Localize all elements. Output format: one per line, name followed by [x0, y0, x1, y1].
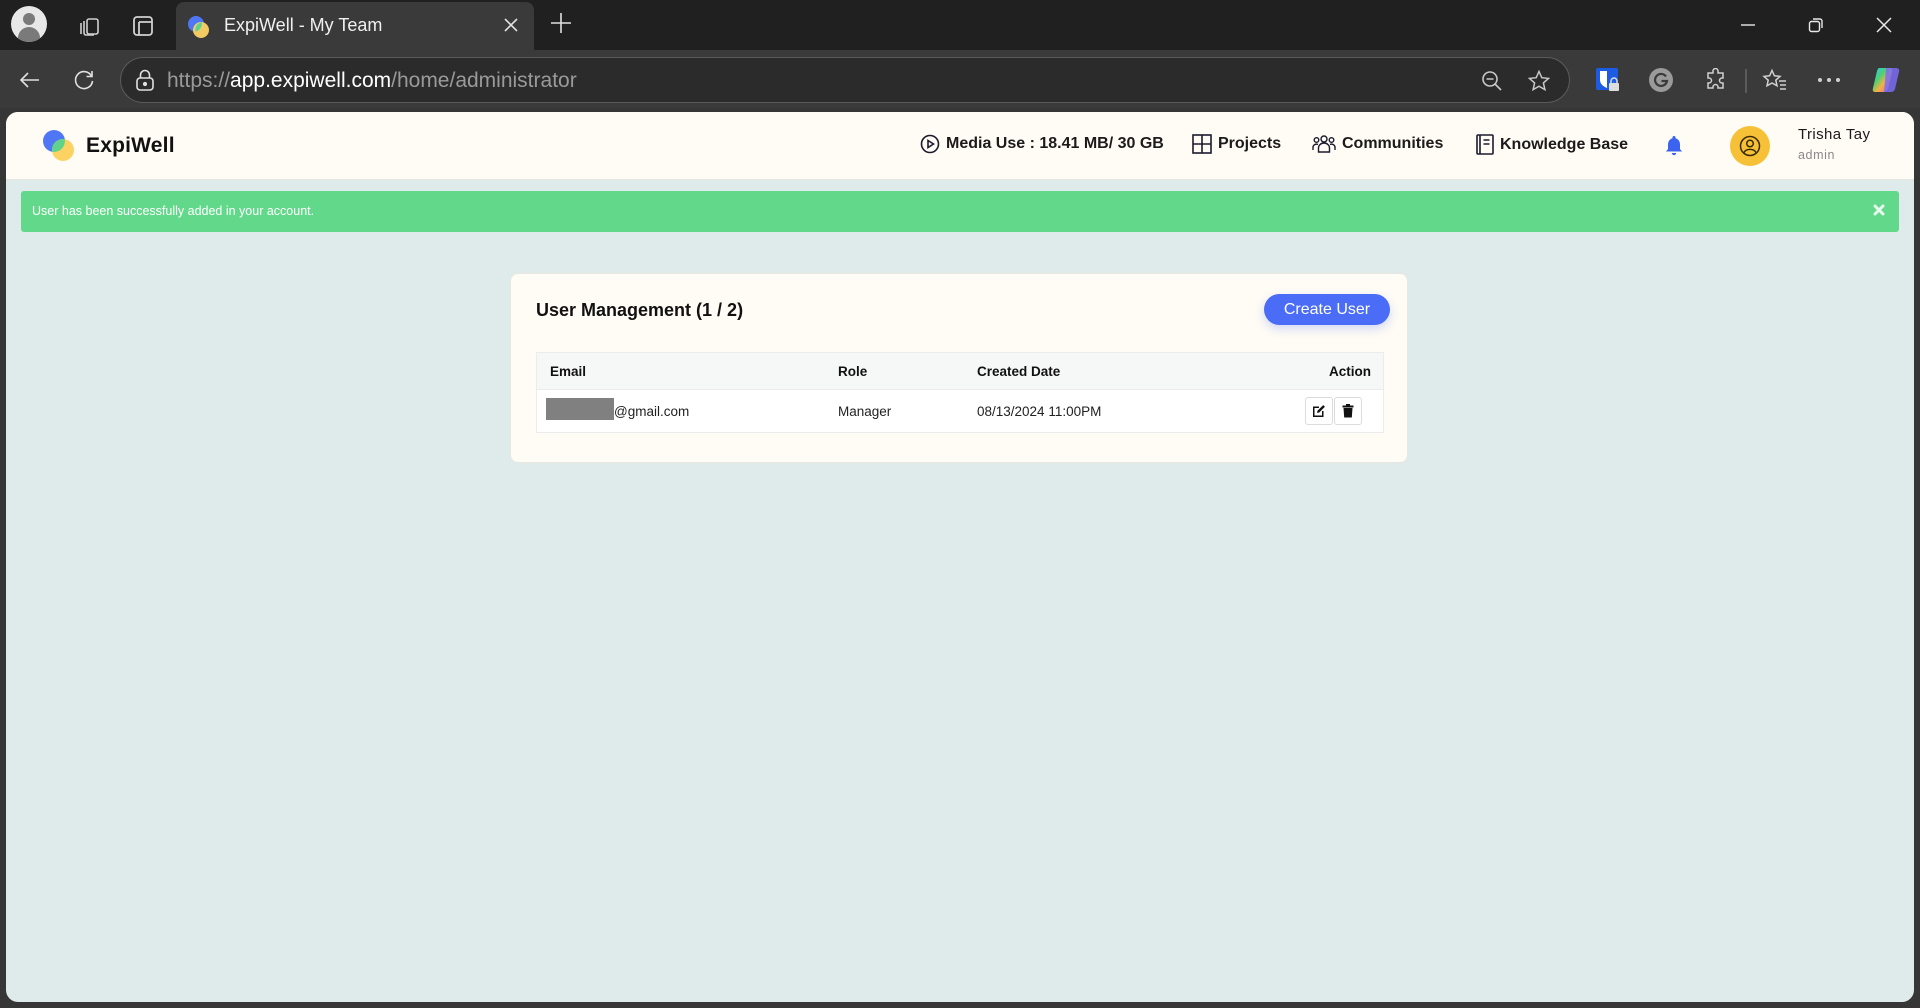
address-bar[interactable]: https://app.expiwell.com/home/administra…	[120, 57, 1570, 103]
url-path: /home/administrator	[391, 69, 577, 92]
minimize-icon	[1741, 24, 1755, 26]
tab-close-button[interactable]	[498, 12, 524, 38]
user-management-title: User Management (1 / 2)	[536, 300, 744, 320]
vertical-tabs-button[interactable]	[125, 8, 161, 44]
profile-icon-body	[18, 27, 40, 42]
table-row: @gmail.com Manager 08/13/2024 11:00PM	[537, 390, 1383, 432]
alert-close-button[interactable]	[1869, 200, 1889, 220]
users-group-icon	[1312, 135, 1336, 153]
column-header-role: Role	[838, 364, 868, 379]
users-table: Email Role Created Date Action @gmail.co…	[536, 352, 1384, 433]
nav-knowledge-base-label: Knowledge Base	[1500, 135, 1629, 153]
tab-sidebar-icon	[133, 16, 153, 36]
zoom-out-icon	[1482, 71, 1502, 91]
arrow-left-icon	[19, 72, 39, 88]
grammarly-extension-button[interactable]	[1645, 64, 1677, 96]
reload-icon	[74, 70, 94, 90]
close-icon	[1873, 204, 1885, 216]
redacted-email-local-part	[546, 398, 614, 421]
book-icon	[1476, 134, 1494, 155]
extensions-button[interactable]	[1700, 64, 1732, 96]
user-avatar[interactable]	[1730, 126, 1770, 166]
nav-knowledge-base[interactable]: Knowledge Base	[1476, 134, 1628, 155]
browser-titlebar: ExpiWell - My Team	[0, 0, 1920, 50]
expiwell-logo[interactable]: ExpiWell	[40, 127, 175, 165]
cell-created-date: 08/13/2024 11:00PM	[977, 404, 1102, 419]
more-horizontal-icon	[1818, 78, 1840, 82]
table-header: Email Role Created Date Action	[537, 353, 1383, 390]
email-domain: @gmail.com	[614, 404, 690, 419]
delete-user-button[interactable]	[1334, 397, 1362, 425]
url-text[interactable]: https://app.expiwell.com/home/administra…	[167, 69, 577, 93]
browser-toolbar: https://app.expiwell.com/home/administra…	[0, 50, 1920, 108]
copilot-icon	[1872, 68, 1900, 92]
reload-button[interactable]	[66, 62, 102, 98]
column-header-created-date: Created Date	[977, 364, 1061, 379]
user-management-card: User Management (1 / 2) Create User Emai…	[510, 273, 1408, 463]
tab-title: ExpiWell - My Team	[224, 15, 383, 35]
site-info-button[interactable]	[133, 68, 157, 92]
browser-profile-button[interactable]	[11, 6, 47, 42]
nav-projects-label: Projects	[1218, 135, 1282, 152]
edit-icon	[1313, 405, 1325, 417]
bitwarden-extension-button[interactable]	[1592, 64, 1624, 96]
create-user-button[interactable]: Create User	[1264, 294, 1390, 325]
success-alert-message: User has been successfully added in your…	[32, 204, 315, 218]
close-icon	[1876, 17, 1892, 33]
expiwell-favicon-icon	[188, 16, 209, 38]
workspaces-button[interactable]	[72, 8, 108, 44]
play-circle-icon	[920, 134, 940, 154]
star-icon	[1527, 69, 1551, 92]
user-role: admin	[1798, 148, 1836, 162]
column-header-action: Action	[1329, 364, 1371, 379]
puzzle-icon	[1707, 68, 1724, 89]
close-icon	[504, 18, 518, 32]
trash-icon	[1342, 404, 1354, 418]
cell-email: @gmail.com	[546, 398, 690, 421]
browser-tab-active[interactable]: ExpiWell - My Team	[176, 2, 534, 50]
restore-icon	[1808, 18, 1823, 33]
app-header: ExpiWell Media Use : 18.41 MB/ 30 GB Pro…	[6, 112, 1914, 180]
edit-user-button[interactable]	[1305, 397, 1333, 425]
password-manager-shield-icon	[1596, 68, 1619, 91]
close-window-button[interactable]	[1864, 8, 1904, 42]
plus-icon	[551, 13, 571, 33]
zoom-out-button[interactable]	[1479, 68, 1505, 94]
url-scheme: https://	[167, 69, 231, 92]
brand-name: ExpiWell	[86, 134, 175, 157]
restore-button[interactable]	[1796, 8, 1836, 42]
expiwell-logo-icon	[43, 130, 74, 161]
back-button[interactable]	[12, 62, 48, 98]
cell-role: Manager	[838, 404, 892, 419]
favorites-button[interactable]	[1759, 64, 1791, 96]
lock-icon	[136, 69, 154, 91]
grammarly-icon	[1649, 68, 1673, 92]
workspaces-icon	[80, 18, 99, 36]
notification-bell-icon[interactable]	[1662, 134, 1686, 158]
nav-projects[interactable]: Projects	[1192, 134, 1281, 154]
media-use-indicator: Media Use : 18.41 MB/ 30 GB	[920, 134, 1164, 154]
user-name[interactable]: Trisha Tay	[1798, 126, 1870, 143]
copilot-button[interactable]	[1870, 64, 1902, 96]
favorites-list-icon	[1762, 68, 1786, 90]
new-tab-button[interactable]	[546, 8, 576, 38]
minimize-button[interactable]	[1728, 8, 1768, 42]
user-circle-icon	[1739, 135, 1761, 157]
nav-communities[interactable]: Communities	[1312, 134, 1443, 154]
toolbar-separator	[1745, 69, 1747, 93]
app-viewport: ExpiWell Media Use : 18.41 MB/ 30 GB Pro…	[6, 112, 1914, 1002]
column-header-email: Email	[550, 364, 587, 379]
nav-communities-label: Communities	[1342, 135, 1444, 152]
url-host: app.expiwell.com	[230, 69, 392, 92]
settings-more-button[interactable]	[1813, 64, 1845, 96]
media-use-text: Media Use : 18.41 MB/ 30 GB	[946, 135, 1164, 152]
success-alert: User has been successfully added in your…	[21, 191, 1899, 232]
grid-icon	[1192, 134, 1212, 154]
favorite-button[interactable]	[1526, 68, 1552, 94]
profile-icon	[23, 13, 35, 25]
